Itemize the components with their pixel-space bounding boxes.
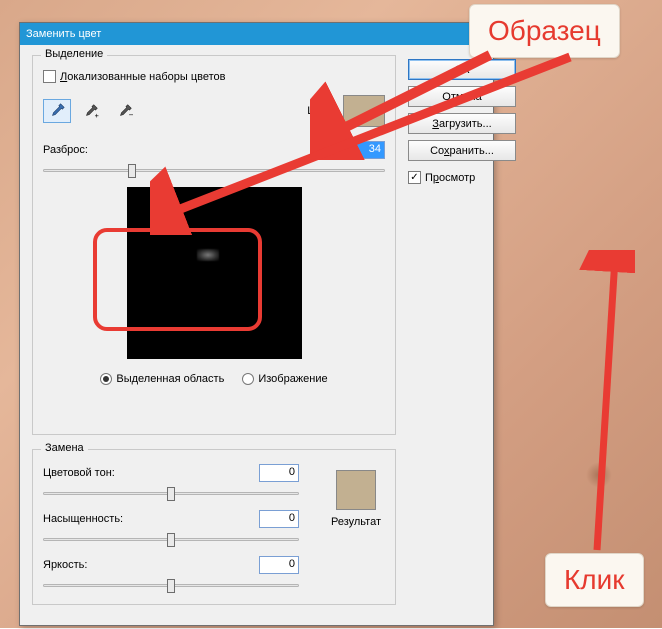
hue-slider[interactable]: [43, 484, 299, 504]
color-label: Цвет:: [307, 105, 335, 117]
replacement-group: Замена Цветовой тон: 0: [32, 449, 396, 605]
saturation-label: Насыщенность:: [43, 513, 163, 525]
eyedropper-subtract-tool[interactable]: −: [111, 99, 139, 123]
hue-value[interactable]: 0: [259, 464, 299, 482]
fuzziness-value[interactable]: 34: [345, 141, 385, 159]
eyedropper-tool[interactable]: [43, 99, 71, 123]
hue-label: Цветовой тон:: [43, 467, 163, 479]
radio-image[interactable]: Изображение: [242, 373, 327, 385]
replace-color-dialog: Заменить цвет Выделение Локализованные н…: [19, 22, 494, 626]
eyedropper-add-tool[interactable]: +: [77, 99, 105, 123]
lightness-label: Яркость:: [43, 559, 163, 571]
color-swatch[interactable]: [343, 95, 385, 127]
radio-selection-dot[interactable]: [100, 373, 112, 385]
localized-colors-label: Локализованные наборы цветов: [60, 71, 226, 83]
replacement-legend: Замена: [41, 442, 88, 454]
lightness-thumb[interactable]: [167, 579, 175, 593]
svg-text:−: −: [129, 110, 134, 119]
hue-thumb[interactable]: [167, 487, 175, 501]
radio-image-dot[interactable]: [242, 373, 254, 385]
annotation-click: Клик: [545, 553, 644, 607]
preview-row[interactable]: Просмотр: [408, 171, 516, 184]
fuzziness-label: Разброс:: [43, 144, 88, 156]
localized-colors-row[interactable]: Локализованные наборы цветов: [43, 70, 385, 83]
dialog-title: Заменить цвет: [26, 28, 101, 40]
svg-text:+: +: [95, 111, 99, 120]
saturation-slider[interactable]: [43, 530, 299, 550]
ok-button[interactable]: ОК: [408, 59, 516, 80]
selection-group: Выделение Локализованные наборы цветов +…: [32, 55, 396, 435]
radio-selection[interactable]: Выделенная область: [100, 373, 224, 385]
saturation-value[interactable]: 0: [259, 510, 299, 528]
lightness-slider[interactable]: [43, 576, 299, 596]
saturation-thumb[interactable]: [167, 533, 175, 547]
fuzziness-thumb[interactable]: [128, 164, 136, 178]
fuzziness-slider[interactable]: [43, 161, 385, 181]
dialog-titlebar[interactable]: Заменить цвет: [20, 23, 493, 45]
save-button[interactable]: Сохранить...: [408, 140, 516, 161]
annotation-sample: Образец: [469, 4, 620, 58]
preview-mask-content: [197, 249, 219, 261]
selection-legend: Выделение: [41, 48, 107, 60]
cancel-button[interactable]: Отмена: [408, 86, 516, 107]
selection-preview: [127, 187, 302, 359]
preview-label: Просмотр: [425, 172, 475, 184]
preview-checkbox[interactable]: [408, 171, 421, 184]
result-swatch[interactable]: [336, 470, 376, 510]
localized-colors-checkbox[interactable]: [43, 70, 56, 83]
result-label: Результат: [331, 516, 381, 528]
lightness-value[interactable]: 0: [259, 556, 299, 574]
load-button[interactable]: Загрузить...: [408, 113, 516, 134]
